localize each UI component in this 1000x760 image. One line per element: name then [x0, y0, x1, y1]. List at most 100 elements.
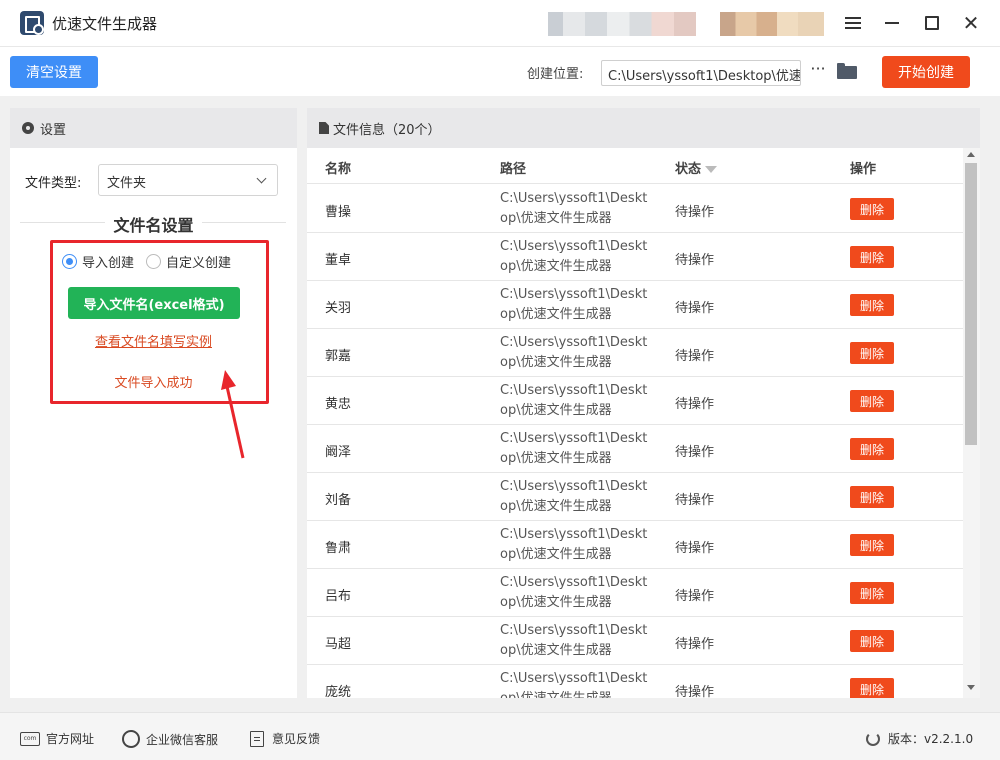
row-path: C:\Users\yssoft1\Desktop\优速文件生成器	[500, 623, 648, 658]
table-row: 黄忠 C:\Users\yssoft1\Desktop\优速文件生成器 待操作 删除	[307, 377, 963, 425]
title-bar: 优速文件生成器 ✕	[0, 0, 1000, 46]
row-path: C:\Users\yssoft1\Desktop\优速文件生成器	[500, 671, 648, 698]
row-status: 待操作	[675, 397, 715, 412]
radio-import-create[interactable]: 导入创建	[62, 252, 134, 271]
feedback-icon	[250, 730, 264, 747]
delete-button[interactable]: 删除	[850, 678, 894, 698]
file-info-title: 文件信息（20个）	[333, 122, 441, 138]
row-status: 待操作	[675, 253, 715, 268]
row-name: 庞统	[325, 685, 352, 698]
delete-button[interactable]: 删除	[850, 582, 894, 604]
row-name: 刘备	[325, 493, 352, 508]
table-row: 阚泽 C:\Users\yssoft1\Desktop\优速文件生成器 待操作 删除	[307, 425, 963, 473]
row-name: 鲁肃	[325, 541, 352, 556]
minimize-icon[interactable]	[879, 10, 905, 36]
row-name: 黄忠	[325, 397, 352, 412]
row-status: 待操作	[675, 445, 715, 460]
delete-button[interactable]: 删除	[850, 438, 894, 460]
row-status: 待操作	[675, 493, 715, 508]
folder-icon[interactable]	[837, 63, 857, 79]
table-row: 马超 C:\Users\yssoft1\Desktop\优速文件生成器 待操作 删除	[307, 617, 963, 665]
delete-button[interactable]: 删除	[850, 486, 894, 508]
row-name: 吕布	[325, 589, 352, 604]
location-label: 创建位置:	[527, 67, 584, 82]
wechat-support-link[interactable]: 企业微信客服	[122, 730, 218, 748]
document-icon	[319, 122, 329, 134]
row-name: 郭嘉	[325, 349, 352, 364]
scroll-up-icon[interactable]	[967, 152, 975, 157]
import-filenames-button[interactable]: 导入文件名(excel格式)	[68, 287, 240, 319]
row-path: C:\Users\yssoft1\Desktop\优速文件生成器	[500, 479, 648, 514]
row-path: C:\Users\yssoft1\Desktop\优速文件生成器	[500, 431, 648, 466]
refresh-icon	[866, 731, 880, 746]
more-options-icon[interactable]: ···	[808, 61, 828, 81]
menu-icon[interactable]	[840, 10, 866, 36]
delete-button[interactable]: 删除	[850, 246, 894, 268]
scroll-thumb[interactable]	[965, 163, 977, 445]
table-header: 名称 路径 状态 操作	[307, 148, 963, 184]
chevron-down-icon	[256, 173, 267, 184]
radio-custom-create[interactable]: 自定义创建	[146, 252, 231, 271]
row-status: 待操作	[675, 541, 715, 556]
create-mode-radio-group: 导入创建 自定义创建	[62, 252, 243, 271]
scroll-down-icon[interactable]	[967, 685, 975, 690]
row-status: 待操作	[675, 205, 715, 220]
column-status[interactable]: 状态	[675, 158, 718, 177]
wechat-icon	[122, 730, 140, 748]
file-info-panel: 文件信息（20个） 名称 路径 状态 操作 曹操 C:\Users\yssoft1…	[307, 108, 980, 698]
website-link[interactable]: com 官方网址	[20, 730, 94, 747]
clear-settings-button[interactable]: 清空设置	[10, 56, 98, 88]
row-name: 董卓	[325, 253, 352, 268]
import-status-text: 文件导入成功	[114, 376, 193, 391]
blurred-avatar	[720, 12, 824, 36]
row-status: 待操作	[675, 349, 715, 364]
delete-button[interactable]: 删除	[850, 630, 894, 652]
blurred-user-info	[548, 12, 696, 36]
row-path: C:\Users\yssoft1\Desktop\优速文件生成器	[500, 335, 648, 370]
column-path: 路径	[500, 162, 527, 177]
column-name: 名称	[325, 162, 352, 177]
row-path: C:\Users\yssoft1\Desktop\优速文件生成器	[500, 287, 648, 322]
file-type-select[interactable]: 文件夹	[98, 164, 278, 196]
table-row: 关羽 C:\Users\yssoft1\Desktop\优速文件生成器 待操作 删除	[307, 281, 963, 329]
start-create-button[interactable]: 开始创建	[882, 56, 970, 88]
row-name: 关羽	[325, 301, 352, 316]
row-status: 待操作	[675, 589, 715, 604]
location-input[interactable]: C:\Users\yssoft1\Desktop\优速	[601, 60, 801, 86]
delete-button[interactable]: 删除	[850, 534, 894, 556]
row-path: C:\Users\yssoft1\Desktop\优速文件生成器	[500, 575, 648, 610]
row-name: 马超	[325, 637, 352, 652]
table-row: 刘备 C:\Users\yssoft1\Desktop\优速文件生成器 待操作 删除	[307, 473, 963, 521]
feedback-link[interactable]: 意见反馈	[250, 730, 320, 747]
table-row: 庞统 C:\Users\yssoft1\Desktop\优速文件生成器待操作 删除	[307, 665, 963, 698]
version-info[interactable]: 版本：v2.2.1.0	[866, 730, 973, 747]
delete-button[interactable]: 删除	[850, 390, 894, 412]
toolbar: 清空设置 创建位置: C:\Users\yssoft1\Desktop\优速 ·…	[0, 46, 1000, 96]
table-row: 郭嘉 C:\Users\yssoft1\Desktop\优速文件生成器 待操作 删除	[307, 329, 963, 377]
row-name: 阚泽	[325, 445, 352, 460]
row-status: 待操作	[675, 301, 715, 316]
app-logo-icon	[20, 11, 44, 35]
row-path: C:\Users\yssoft1\Desktop\优速文件生成器	[500, 239, 648, 274]
delete-button[interactable]: 删除	[850, 342, 894, 364]
scrollbar[interactable]	[963, 148, 980, 698]
file-type-label: 文件类型:	[25, 176, 82, 191]
settings-header-label: 设置	[40, 122, 67, 138]
radio-selected-icon	[62, 254, 77, 269]
delete-button[interactable]: 删除	[850, 198, 894, 220]
column-action: 操作	[850, 162, 877, 177]
close-icon[interactable]: ✕	[958, 10, 984, 36]
table-row: 曹操 C:\Users\yssoft1\Desktop\优速文件生成器 待操作 删除	[307, 185, 963, 233]
delete-button[interactable]: 删除	[850, 294, 894, 316]
radio-unselected-icon	[146, 254, 162, 269]
settings-header: 设置	[10, 108, 297, 148]
row-name: 曹操	[325, 205, 352, 220]
filter-icon[interactable]	[705, 166, 718, 173]
table-row: 董卓 C:\Users\yssoft1\Desktop\优速文件生成器 待操作 删除	[307, 233, 963, 281]
filename-example-link[interactable]: 查看文件名填写实例	[0, 331, 307, 350]
maximize-icon[interactable]	[919, 10, 945, 36]
table-row: 吕布 C:\Users\yssoft1\Desktop\优速文件生成器 待操作 删除	[307, 569, 963, 617]
footer: com 官方网址 企业微信客服 意见反馈 版本：v2.2.1.0	[0, 712, 1000, 760]
row-path: C:\Users\yssoft1\Desktop\优速文件生成器	[500, 191, 648, 226]
file-type-value: 文件夹	[107, 176, 147, 191]
